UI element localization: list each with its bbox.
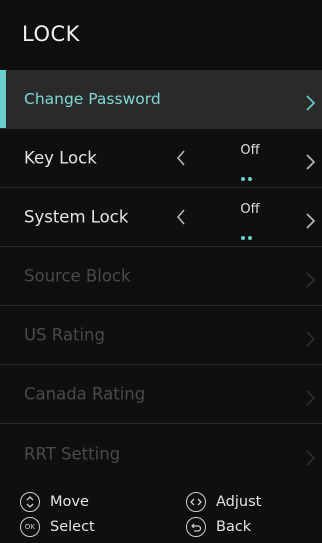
system-lock-value: Off (240, 202, 260, 217)
menu-item-change-password[interactable]: Change Password (0, 70, 322, 129)
chevron-right-icon (304, 388, 318, 408)
back-arrow-icon (186, 517, 206, 537)
menu-item-label: System Lock (24, 207, 129, 227)
option-dots-indicator (241, 166, 259, 181)
page-title: LOCK (22, 22, 80, 46)
chevron-left-icon[interactable] (176, 208, 186, 226)
ok-button-icon: OK (20, 517, 40, 537)
menu-item-label: RRT Setting (24, 444, 121, 463)
menu-item-label: Source Block (24, 266, 131, 286)
selection-indicator (0, 70, 6, 128)
up-down-arrows-icon (20, 492, 40, 512)
menu-item-label: Change Password (24, 90, 161, 108)
option-dots-indicator (241, 225, 259, 240)
ok-icon-text: OK (24, 523, 36, 531)
hint-adjust: Adjust (186, 491, 261, 513)
hint-move: Move (20, 491, 89, 513)
panel-header: LOCK (0, 0, 322, 70)
menu-item-rrt-setting[interactable]: RRT Setting (0, 424, 322, 483)
menu-item-key-lock[interactable]: Key Lock Off (0, 129, 322, 188)
menu-item-system-lock[interactable]: System Lock Off (0, 188, 322, 247)
lock-settings-panel: LOCK Change Password Key Lock Off System… (0, 0, 322, 543)
menu-item-label: Canada Rating (24, 384, 146, 404)
hint-back: Back (186, 516, 251, 538)
chevron-right-icon (304, 93, 318, 113)
lock-menu-list: Change Password Key Lock Off System Lock… (0, 70, 322, 483)
chevron-right-icon[interactable] (304, 211, 318, 231)
menu-item-label: US Rating (24, 325, 105, 345)
hint-select: OK Select (20, 516, 95, 538)
menu-item-source-block[interactable]: Source Block (0, 247, 322, 306)
key-lock-value: Off (240, 143, 260, 158)
menu-item-canada-rating[interactable]: Canada Rating (0, 365, 322, 424)
menu-item-label: Key Lock (24, 148, 97, 168)
chevron-right-icon (304, 329, 318, 349)
chevron-right-icon (304, 448, 318, 468)
hint-select-label: Select (50, 519, 95, 535)
menu-item-us-rating[interactable]: US Rating (0, 306, 322, 365)
left-right-arrows-icon (186, 492, 206, 512)
button-hints-footer: Move Adjust OK Select Back (0, 487, 322, 543)
hint-move-label: Move (50, 494, 89, 510)
chevron-left-icon[interactable] (176, 149, 186, 167)
hint-back-label: Back (216, 519, 252, 535)
chevron-right-icon (304, 270, 318, 290)
chevron-right-icon[interactable] (304, 152, 318, 172)
hint-adjust-label: Adjust (216, 494, 262, 510)
